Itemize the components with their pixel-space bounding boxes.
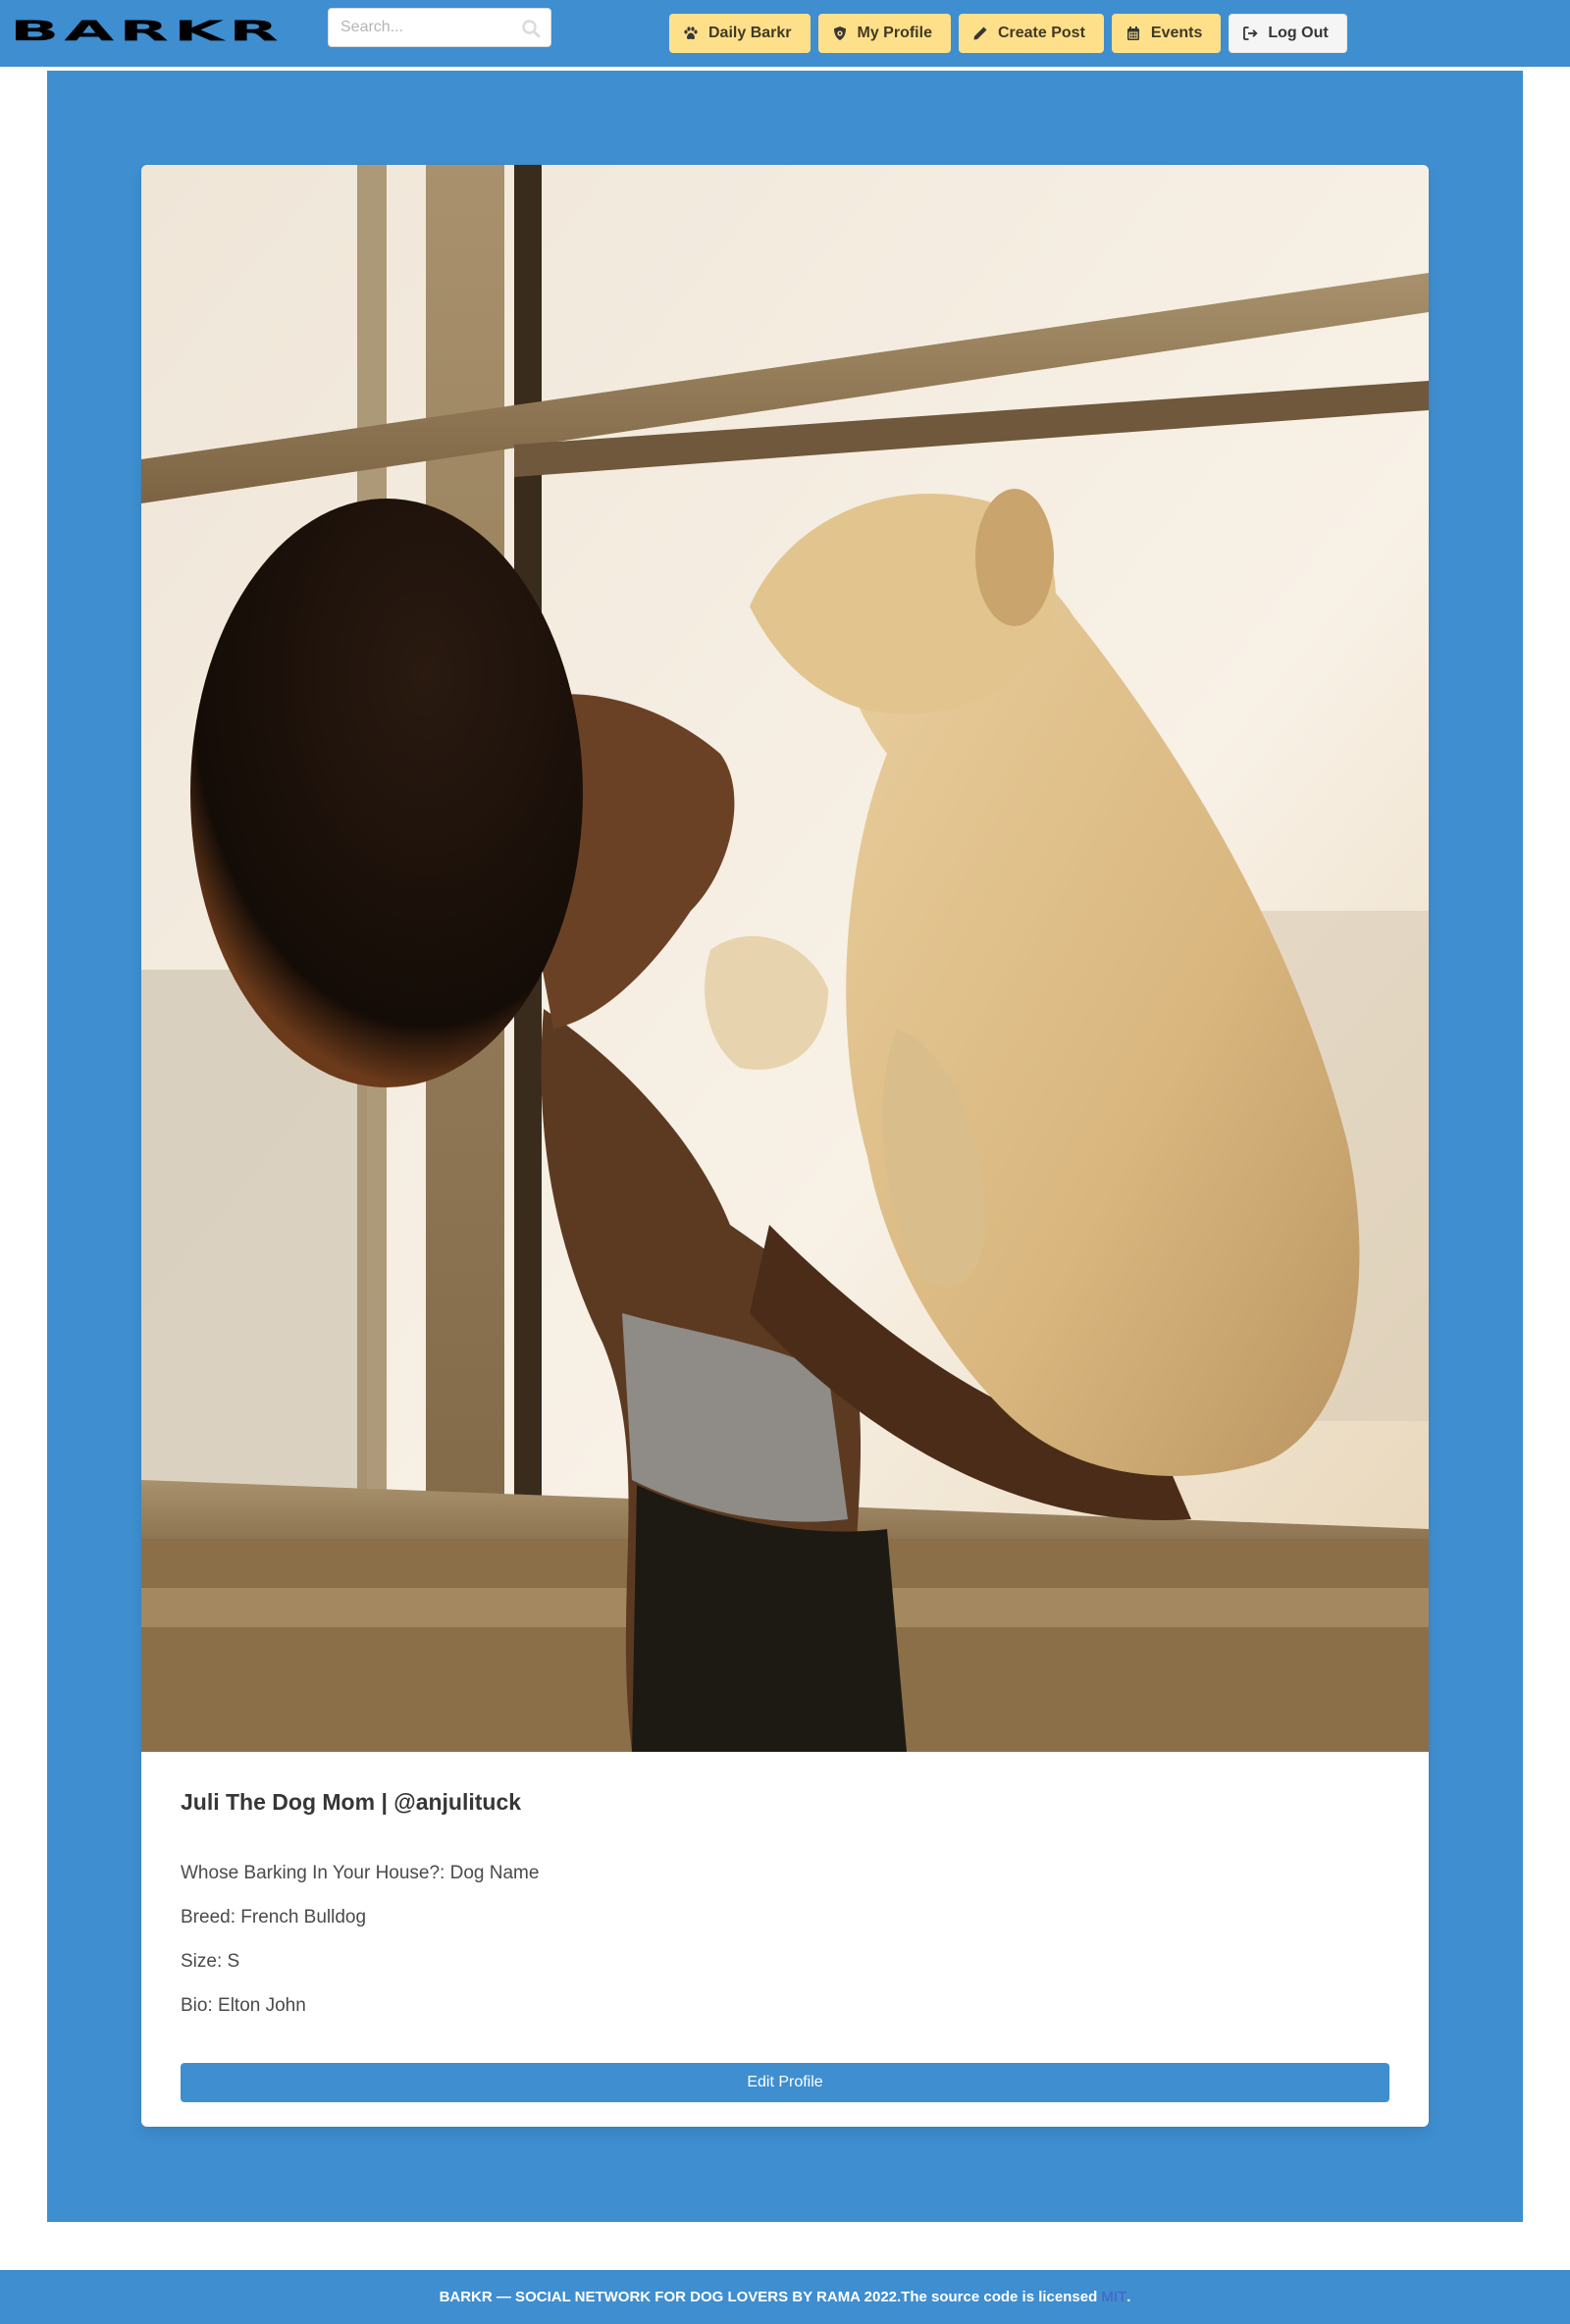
daily-barkr-label: Daily Barkr: [708, 25, 792, 41]
create-post-button[interactable]: Create Post: [958, 14, 1104, 53]
footer: BARKR — SOCIAL NETWORK FOR DOG LOVERS BY…: [0, 2270, 1570, 2324]
shield-dog-icon: [832, 26, 848, 41]
profile-title: Juli The Dog Mom | @anjulituck: [181, 1789, 522, 1815]
events-label: Events: [1150, 25, 1203, 41]
my-profile-label: My Profile: [857, 25, 932, 41]
paw-icon: [683, 26, 699, 41]
log-out-label: Log Out: [1268, 25, 1329, 41]
calendar-icon: [1125, 26, 1141, 41]
size-field: Size: S: [181, 1951, 240, 1972]
bio-field: Bio: Elton John: [181, 1995, 306, 2016]
footer-suffix: .: [1126, 2289, 1131, 2305]
log-out-button[interactable]: Log Out: [1229, 14, 1347, 53]
search-icon[interactable]: [521, 19, 541, 38]
nav-buttons: Daily Barkr My Profile Create Post Event…: [669, 14, 1347, 53]
profile-section: Juli The Dog Mom | @anjulituck Whose Bar…: [47, 71, 1523, 2222]
dog-name-field: Whose Barking In Your House?: Dog Name: [181, 1863, 540, 1883]
profile-card: Juli The Dog Mom | @anjulituck Whose Bar…: [141, 165, 1429, 2127]
breed-field: Breed: French Bulldog: [181, 1907, 367, 1928]
edit-profile-button[interactable]: Edit Profile: [181, 2063, 1389, 2102]
create-post-label: Create Post: [997, 25, 1085, 41]
footer-text: BARKR — SOCIAL NETWORK FOR DOG LOVERS BY…: [439, 2289, 1102, 2305]
search-box: [328, 8, 551, 47]
sign-out-icon: [1242, 26, 1258, 41]
search-input[interactable]: [329, 9, 515, 46]
mit-license-link[interactable]: MIT: [1101, 2289, 1126, 2305]
events-button[interactable]: Events: [1111, 14, 1222, 53]
my-profile-button[interactable]: My Profile: [817, 14, 951, 53]
navbar: BARKR Daily Barkr: [0, 0, 1570, 67]
pencil-icon: [972, 26, 988, 41]
daily-barkr-button[interactable]: Daily Barkr: [669, 14, 811, 53]
profile-photo: [141, 165, 1429, 1752]
